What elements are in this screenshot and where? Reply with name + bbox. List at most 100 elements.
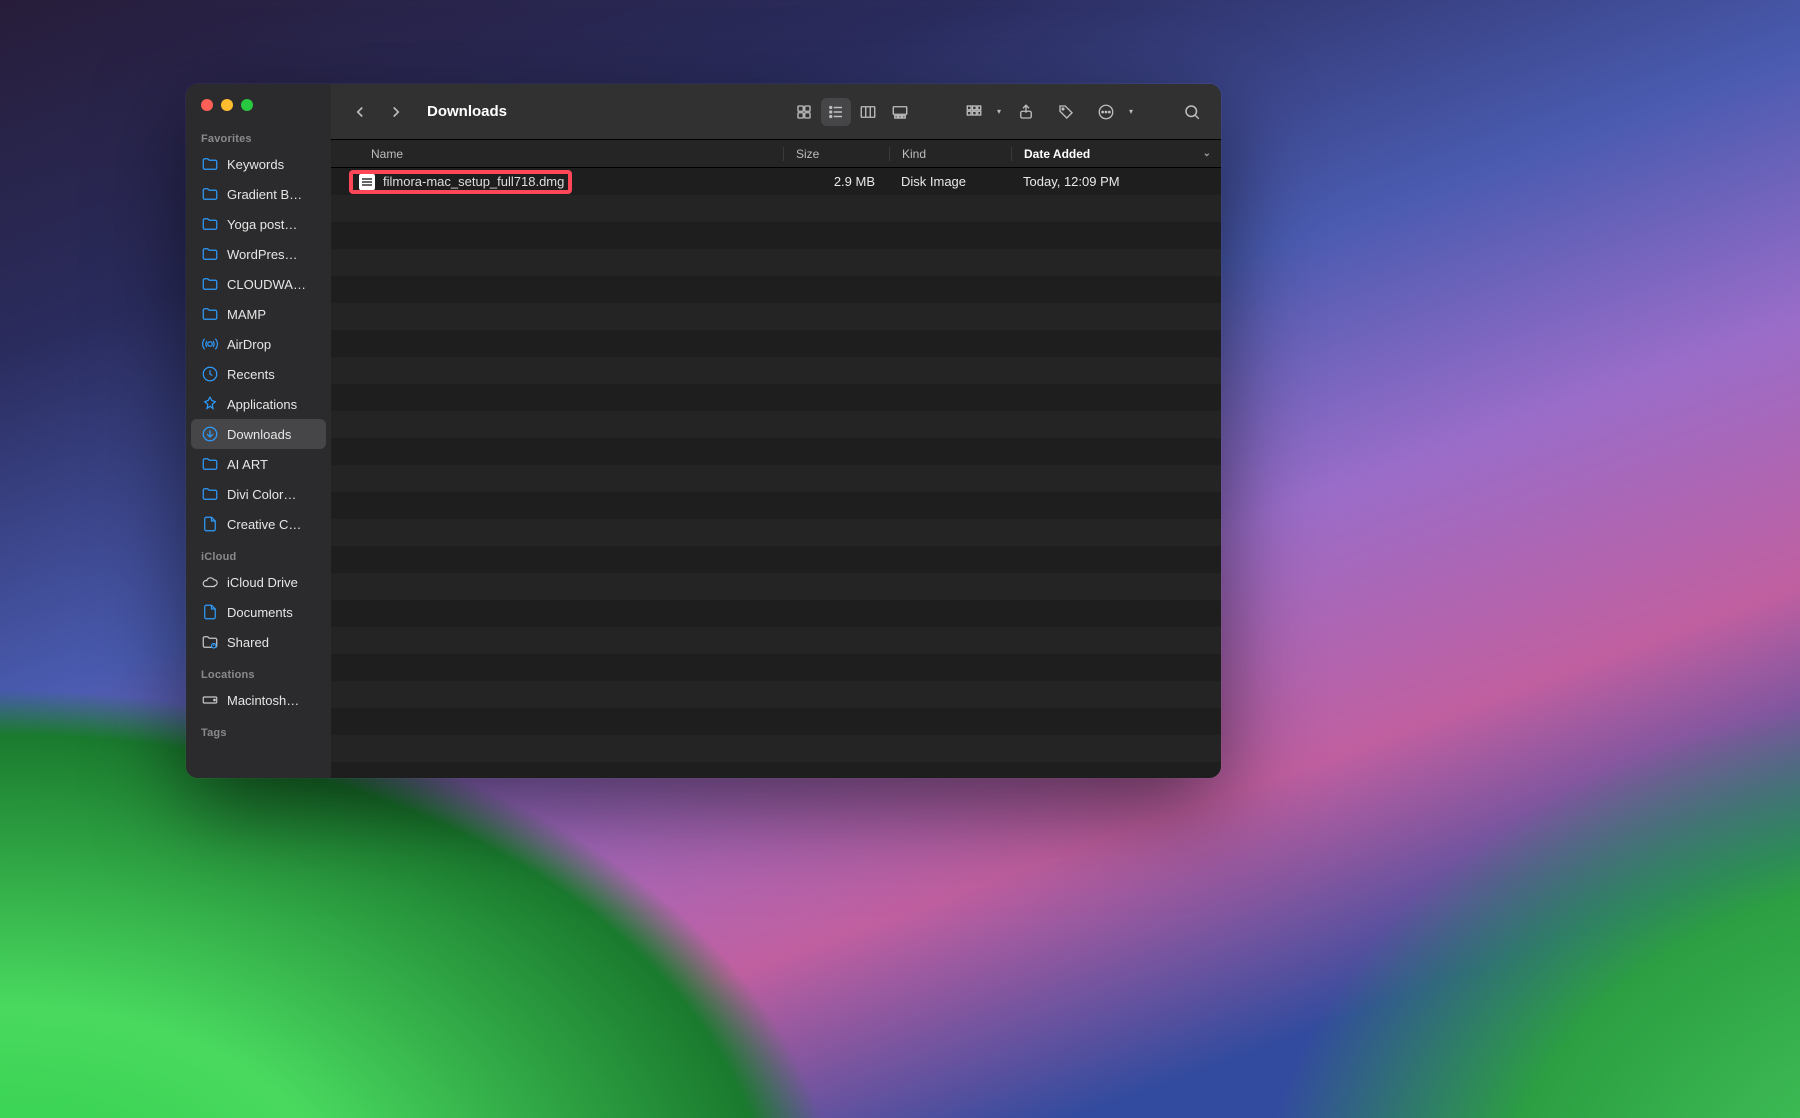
download-icon: [201, 425, 219, 443]
empty-row: [331, 573, 1221, 600]
file-list: filmora-mac_setup_full718.dmg2.9 MBDisk …: [331, 168, 1221, 778]
zoom-window-button[interactable]: [241, 99, 253, 111]
sidebar-item-documents[interactable]: Documents: [191, 597, 326, 627]
sidebar-item-cloudwa[interactable]: CLOUDWA…: [191, 269, 326, 299]
shared-icon: [201, 633, 219, 651]
sidebar-item-divi-color[interactable]: Divi Color…: [191, 479, 326, 509]
file-date: Today, 12:09 PM: [1011, 174, 1221, 189]
empty-row: [331, 276, 1221, 303]
finder-main: Downloads ▾: [331, 84, 1221, 778]
actions-button[interactable]: [1091, 98, 1121, 126]
view-icons-button[interactable]: [789, 98, 819, 126]
close-window-button[interactable]: [201, 99, 213, 111]
folder-icon: [201, 305, 219, 323]
sidebar-item-downloads[interactable]: Downloads: [191, 419, 326, 449]
apps-icon: [201, 395, 219, 413]
sidebar-item-label: Documents: [227, 605, 316, 620]
sidebar-section-label: iCloud: [186, 539, 331, 567]
empty-row: [331, 681, 1221, 708]
sidebar-item-icloud-drive[interactable]: iCloud Drive: [191, 567, 326, 597]
sidebar-item-gradient-b[interactable]: Gradient B…: [191, 179, 326, 209]
empty-row: [331, 222, 1221, 249]
sidebar-item-keywords[interactable]: Keywords: [191, 149, 326, 179]
empty-row: [331, 600, 1221, 627]
column-kind[interactable]: Kind: [889, 147, 1011, 161]
column-date-added[interactable]: Date Added ⌄: [1011, 147, 1221, 161]
share-button[interactable]: [1011, 98, 1041, 126]
window-controls: [186, 99, 331, 121]
sidebar-item-label: Shared: [227, 635, 316, 650]
empty-row: [331, 492, 1221, 519]
sidebar-item-label: Divi Color…: [227, 487, 316, 502]
airdrop-icon: [201, 335, 219, 353]
sidebar-item-recents[interactable]: Recents: [191, 359, 326, 389]
view-columns-button[interactable]: [853, 98, 883, 126]
sidebar-item-label: iCloud Drive: [227, 575, 316, 590]
view-switcher: [789, 98, 915, 126]
sidebar-item-label: Recents: [227, 367, 316, 382]
column-size[interactable]: Size: [783, 147, 889, 161]
sidebar-item-yoga-post[interactable]: Yoga post…: [191, 209, 326, 239]
file-row[interactable]: filmora-mac_setup_full718.dmg2.9 MBDisk …: [331, 168, 1221, 195]
empty-row: [331, 438, 1221, 465]
doc-icon: [201, 603, 219, 621]
sidebar-item-shared[interactable]: Shared: [191, 627, 326, 657]
sidebar-item-creative-c[interactable]: Creative C…: [191, 509, 326, 539]
sidebar-item-label: Gradient B…: [227, 187, 316, 202]
column-date-label: Date Added: [1024, 147, 1090, 161]
empty-row: [331, 654, 1221, 681]
sidebar-item-label: Applications: [227, 397, 316, 412]
empty-row: [331, 627, 1221, 654]
chevron-down-icon: ▾: [997, 107, 1001, 116]
tags-button[interactable]: [1051, 98, 1081, 126]
sidebar-section-label: Favorites: [186, 121, 331, 149]
sidebar-item-macintosh[interactable]: Macintosh…: [191, 685, 326, 715]
sidebar-item-label: MAMP: [227, 307, 316, 322]
file-kind: Disk Image: [889, 174, 1011, 189]
empty-row: [331, 303, 1221, 330]
sidebar-item-applications[interactable]: Applications: [191, 389, 326, 419]
sidebar-item-label: AI ART: [227, 457, 316, 472]
folder-icon: [201, 455, 219, 473]
minimize-window-button[interactable]: [221, 99, 233, 111]
view-gallery-button[interactable]: [885, 98, 915, 126]
sidebar-item-mamp[interactable]: MAMP: [191, 299, 326, 329]
doc-icon: [201, 515, 219, 533]
sidebar-item-ai-art[interactable]: AI ART: [191, 449, 326, 479]
search-button[interactable]: [1177, 98, 1207, 126]
folder-icon: [201, 155, 219, 173]
empty-row: [331, 708, 1221, 735]
sidebar-item-label: CLOUDWA…: [227, 277, 316, 292]
sidebar-item-label: Keywords: [227, 157, 316, 172]
empty-row: [331, 546, 1221, 573]
empty-row: [331, 735, 1221, 762]
sidebar-item-label: Macintosh…: [227, 693, 316, 708]
empty-row: [331, 411, 1221, 438]
clock-icon: [201, 365, 219, 383]
file-name: filmora-mac_setup_full718.dmg: [383, 174, 564, 189]
cloud-icon: [201, 573, 219, 591]
finder-window: Favorites Keywords Gradient B… Yoga post… Wo…: [186, 84, 1221, 778]
sidebar-item-label: Yoga post…: [227, 217, 316, 232]
sidebar-item-wordpres[interactable]: WordPres…: [191, 239, 326, 269]
folder-icon: [201, 245, 219, 263]
view-list-button[interactable]: [821, 98, 851, 126]
empty-row: [331, 330, 1221, 357]
folder-icon: [201, 185, 219, 203]
empty-row: [331, 519, 1221, 546]
file-icon: [359, 174, 375, 190]
sidebar-item-airdrop[interactable]: AirDrop: [191, 329, 326, 359]
empty-row: [331, 384, 1221, 411]
back-button[interactable]: [345, 98, 375, 126]
empty-row: [331, 195, 1221, 222]
sidebar-item-label: Downloads: [227, 427, 316, 442]
chevron-down-icon: ▾: [1129, 107, 1133, 116]
column-name[interactable]: Name: [359, 147, 783, 161]
column-headers: Name Size Kind Date Added ⌄: [331, 140, 1221, 168]
group-by-button[interactable]: [959, 98, 989, 126]
folder-icon: [201, 275, 219, 293]
folder-icon: [201, 215, 219, 233]
sidebar-item-label: AirDrop: [227, 337, 316, 352]
toolbar: Downloads ▾: [331, 84, 1221, 140]
forward-button[interactable]: [381, 98, 411, 126]
